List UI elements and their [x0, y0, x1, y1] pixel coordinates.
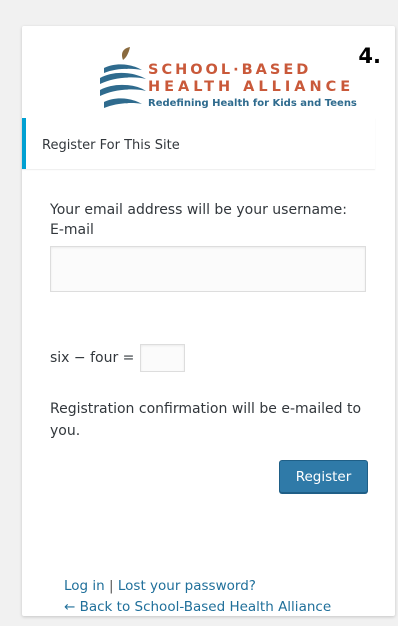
link-separator: |: [109, 578, 114, 594]
site-logo[interactable]: SCHOOL·BASED HEALTH ALLIANCE Redefining …: [82, 36, 372, 120]
login-card: 4. SCHOOL·BASED HEALTH ALLIANCE Redefini…: [22, 26, 395, 616]
apple-logo-icon: [100, 47, 146, 108]
confirmation-note: Registration confirmation will be e-mail…: [50, 401, 362, 439]
captcha-question: six − four =: [50, 350, 135, 366]
captcha-row: six − four =: [50, 344, 186, 372]
captcha-input[interactable]: [140, 344, 186, 372]
email-field[interactable]: [50, 246, 366, 292]
register-message-text: Register For This Site: [42, 138, 180, 153]
nav-links: Log in | Lost your password? ← Back to S…: [64, 576, 331, 618]
logo-line-2: HEALTH ALLIANCE: [148, 79, 355, 95]
back-to-site-link[interactable]: ← Back to School-Based Health Alliance: [64, 599, 331, 615]
username-note: Your email address will be your username…: [50, 202, 348, 218]
lost-password-link[interactable]: Lost your password?: [118, 578, 256, 594]
logo-tagline: Redefining Health for Kids and Teens: [148, 98, 357, 109]
email-label: E-mail: [50, 222, 94, 238]
logo-line-1: SCHOOL·BASED: [148, 62, 312, 78]
registration-form: Your email address will be your username…: [50, 200, 372, 292]
register-button[interactable]: Register: [279, 460, 368, 493]
register-message: Register For This Site: [22, 118, 375, 169]
login-link[interactable]: Log in: [64, 578, 105, 594]
